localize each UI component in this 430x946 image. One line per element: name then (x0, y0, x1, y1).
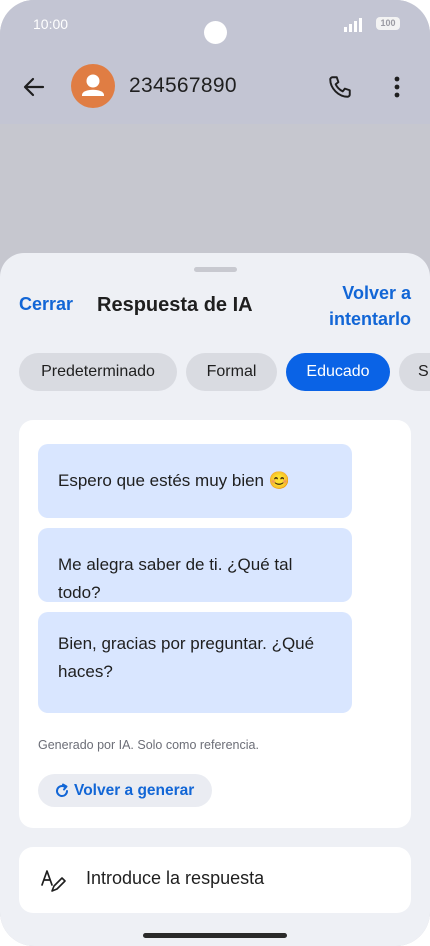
retry-label-line1: Volver a (342, 283, 411, 303)
app-bar: 10:00 100 234567890 (0, 0, 430, 124)
tone-chip-partial[interactable]: S (399, 353, 430, 391)
battery-icon: 100 (376, 17, 400, 30)
close-button[interactable]: Cerrar (19, 294, 73, 315)
regenerate-label: Volver a generar (74, 782, 195, 799)
handwriting-icon (41, 870, 66, 892)
back-arrow-icon[interactable] (22, 75, 46, 99)
refresh-icon (56, 783, 69, 797)
tone-chip-formal[interactable]: Formal (186, 353, 277, 391)
contact-number[interactable]: 234567890 (129, 74, 237, 98)
phone-icon[interactable] (327, 74, 353, 100)
suggestion-item[interactable]: Me alegra saber de ti. ¿Qué tal todo? (38, 528, 352, 602)
more-vert-icon[interactable] (386, 74, 408, 100)
signal-icon (344, 18, 362, 32)
tone-chip-predeterminado[interactable]: Predeterminado (19, 353, 177, 391)
status-time: 10:00 (33, 16, 69, 32)
tone-chips: Predeterminado Formal Educado S (19, 353, 430, 393)
ai-reply-sheet: Cerrar Respuesta de IA Volver a intentar… (0, 253, 430, 946)
suggestion-item[interactable]: Espero que estés muy bien 😊 (38, 444, 352, 518)
avatar[interactable] (71, 64, 115, 108)
tone-chip-educado[interactable]: Educado (286, 353, 390, 391)
suggestion-item[interactable]: Bien, gracias por preguntar. ¿Qué haces? (38, 612, 352, 713)
suggestions-card: Espero que estés muy bien 😊 Me alegra sa… (19, 420, 411, 828)
home-indicator[interactable] (143, 933, 287, 938)
phone-frame: 10:00 100 234567890 Cerrar Respuesta de … (0, 0, 430, 946)
regenerate-button[interactable]: Volver a generar (38, 774, 212, 807)
retry-label-line2: intentarlo (328, 309, 411, 329)
conversation-area (0, 124, 430, 264)
reply-input[interactable]: Introduce la respuesta (19, 847, 411, 913)
person-icon (82, 74, 104, 96)
retry-button[interactable]: Volver a intentarlo (301, 280, 411, 332)
camera-cutout (204, 21, 227, 44)
reply-placeholder: Introduce la respuesta (86, 868, 265, 888)
ai-disclaimer: Generado por IA. Solo como referencia. (38, 738, 259, 752)
sheet-title: Respuesta de IA (97, 294, 253, 316)
drag-handle[interactable] (194, 267, 237, 272)
